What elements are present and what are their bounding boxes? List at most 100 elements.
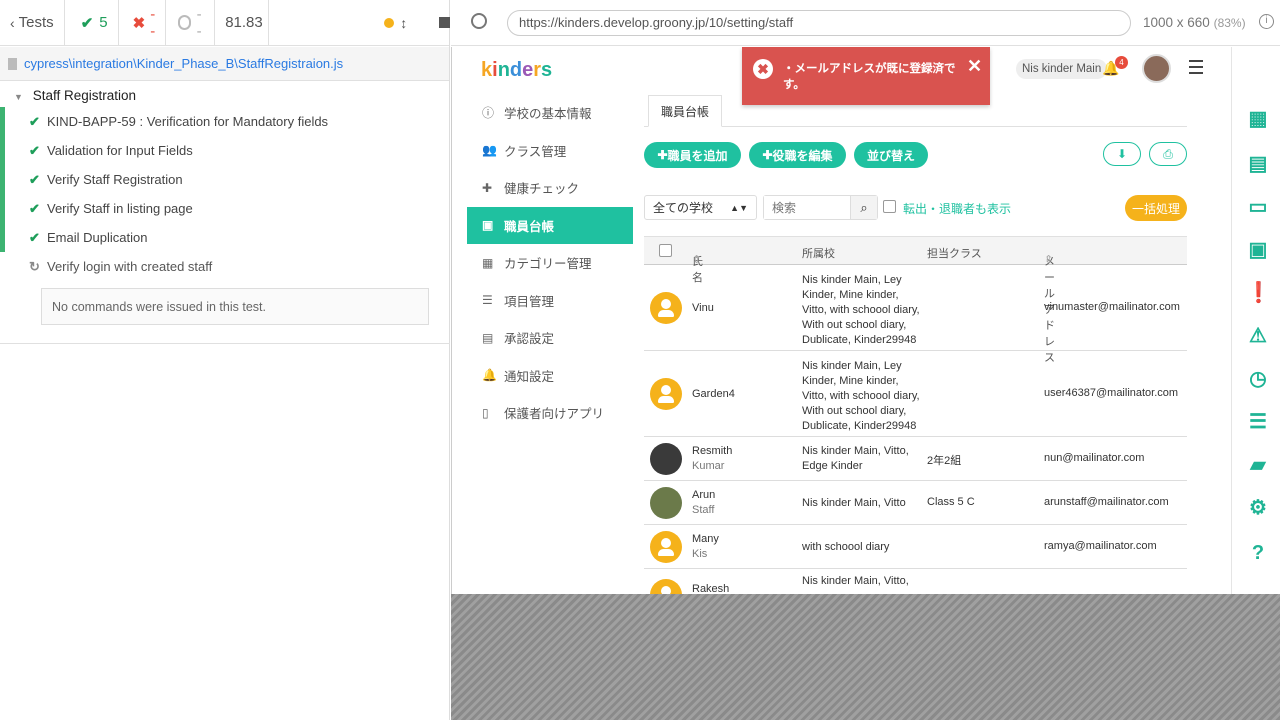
- file-icon: [8, 57, 17, 70]
- staff-school: Nis kinder Main, Ley Kinder, Mine kinder…: [802, 360, 920, 432]
- table-row[interactable]: Rakesh Nis kinder Main, Vitto,: [644, 569, 1187, 594]
- check-icon: ✔: [29, 142, 40, 158]
- test-item[interactable]: ✔ Validation for Input Fields: [0, 136, 449, 165]
- back-label: Tests: [18, 14, 54, 31]
- test-item[interactable]: ✔ KIND-BAPP-59 : Verification for Mandato…: [0, 107, 449, 136]
- info-icon[interactable]: i: [1259, 14, 1274, 29]
- select-all-checkbox[interactable]: [659, 244, 672, 257]
- back-to-tests-button[interactable]: ‹ Tests: [0, 0, 65, 46]
- school-select[interactable]: 全ての学校 ▲▼: [644, 195, 757, 220]
- select-arrow-icon: ▲▼: [730, 202, 748, 213]
- search-icon[interactable]: ⌕: [850, 196, 877, 219]
- school-badge[interactable]: Nis kinder Main: [1016, 59, 1108, 79]
- aut-header: https://kinders.develop.groony.jp/10/set…: [451, 0, 1280, 46]
- sidebar-item-parent-app[interactable]: ▯ 保護者向けアプリ: [467, 394, 633, 432]
- plus-icon: ✚: [657, 148, 668, 162]
- warning-icon[interactable]: ⚠: [1246, 324, 1270, 348]
- suite-title[interactable]: ▼ Staff Registration: [0, 81, 449, 103]
- chevron-left-icon: ‹: [10, 14, 15, 31]
- add-staff-button[interactable]: ✚ 職員を追加: [644, 142, 741, 168]
- book-icon[interactable]: ▰: [1246, 453, 1270, 477]
- toast-message: ・メールアドレスが既に登録済です。: [783, 63, 956, 91]
- cross-icon: ✖: [132, 14, 146, 32]
- staff-school: with schoool diary: [802, 541, 890, 553]
- print-icon: ⎙: [1163, 146, 1173, 161]
- user-avatar[interactable]: [1142, 54, 1171, 83]
- run-controls: ↕: [269, 0, 460, 46]
- staff-email: nun@mailinator.com: [1044, 452, 1145, 464]
- test-item[interactable]: ✔ Email Duplication: [0, 223, 449, 252]
- calendar-icon: ▦: [482, 255, 494, 270]
- right-toolbar: ▦ ▤ ▭ ▣ ❗ ⚠ ◷ ☰ ▰ ⚙ ?: [1231, 47, 1280, 594]
- calendar-icon[interactable]: ▤: [1246, 152, 1270, 176]
- id-card-icon[interactable]: ▭: [1246, 195, 1270, 219]
- staff-school: Nis kinder Main, Ley Kinder, Mine kinder…: [802, 274, 920, 346]
- auto-scroll-icon[interactable]: ↕: [400, 15, 407, 31]
- staff-name: Vinu: [692, 302, 714, 314]
- info-icon: ⓘ: [482, 106, 495, 121]
- staff-school: Nis kinder Main, Vitto, Edge Kinder: [802, 445, 909, 472]
- sidebar-item-approval[interactable]: ▤ 承認設定: [467, 319, 633, 357]
- bulk-action-button[interactable]: 一括処理: [1125, 195, 1187, 221]
- search-input[interactable]: [764, 196, 850, 219]
- stop-button[interactable]: [439, 17, 451, 28]
- spec-file-path[interactable]: cypress\integration\Kinder_Phase_B\Staff…: [0, 47, 449, 81]
- check-icon: ✔: [29, 171, 40, 187]
- pending-circle-icon: [178, 15, 191, 30]
- tab-staff-ledger[interactable]: 職員台帳: [648, 95, 723, 127]
- avatar: [650, 378, 682, 410]
- sidebar-item-health[interactable]: ✚ 健康チェック: [467, 169, 633, 207]
- check-icon: ✔: [29, 229, 40, 245]
- menu-icon[interactable]: [1189, 60, 1203, 74]
- download-button[interactable]: ⬇: [1103, 142, 1141, 166]
- divider: [0, 343, 450, 344]
- staff-class: Class 5 C: [927, 496, 975, 508]
- table-row[interactable]: Vinu Nis kinder Main, Ley Kinder, Mine k…: [644, 265, 1187, 351]
- table-row[interactable]: Resmith Kumar Nis kinder Main, Vitto, Edg…: [644, 437, 1187, 481]
- avatar: [650, 531, 682, 563]
- download-icon: ⬇: [1116, 147, 1128, 161]
- staff-email: ramya@mailinator.com: [1044, 540, 1157, 552]
- id-card-icon: ▣: [482, 218, 494, 233]
- aut-background: [451, 594, 1280, 720]
- passed-count: ✔ 5: [65, 0, 119, 46]
- avatar: [650, 443, 682, 475]
- show-retired-checkbox[interactable]: [883, 200, 896, 213]
- sidebar-item-items[interactable]: ☰ 項目管理: [467, 282, 633, 320]
- sidebar-item-category[interactable]: ▦ カテゴリー管理: [467, 244, 633, 282]
- sort-button[interactable]: 並び替え: [854, 142, 928, 168]
- toast-close-button[interactable]: ✕: [967, 56, 982, 77]
- staff-name: Arun Staff: [692, 489, 716, 516]
- bell-icon: 🔔: [482, 368, 497, 383]
- crosshair-icon[interactable]: [471, 13, 487, 29]
- kinders-logo[interactable]: kinders: [481, 59, 552, 82]
- table-row[interactable]: Many Kis with schoool diary ramya@mailina…: [644, 525, 1187, 569]
- print-button[interactable]: ⎙: [1149, 142, 1187, 166]
- grid-icon[interactable]: ▦: [1246, 107, 1270, 131]
- sidebar-item-staff[interactable]: ▣ 職員台帳: [467, 206, 633, 244]
- clock-icon[interactable]: ◷: [1246, 367, 1270, 391]
- sidebar-item-class[interactable]: 👥 クラス管理: [467, 132, 633, 170]
- viewport-size: 1000 x 660 (83%): [1143, 15, 1246, 30]
- staff-email: user46387@mailinator.com: [1044, 387, 1179, 399]
- test-item[interactable]: ✔ Verify Staff Registration: [0, 165, 449, 194]
- server-icon[interactable]: ☰: [1246, 410, 1270, 434]
- settings-icon[interactable]: ⚙: [1246, 496, 1270, 520]
- table-row[interactable]: Garden4 Nis kinder Main, Ley Kinder, Min…: [644, 351, 1187, 437]
- plus-icon: ✚: [762, 148, 773, 162]
- table-header: 氏名 ⇕ 所属校 担当クラス メールアドレス ⇕: [644, 236, 1187, 364]
- url-bar[interactable]: https://kinders.develop.groony.jp/10/set…: [507, 9, 1131, 36]
- header-class: 担当クラス: [927, 248, 982, 260]
- sidebar-item-notification[interactable]: 🔔 通知設定: [467, 357, 633, 395]
- alert-circle-icon[interactable]: ❗: [1246, 281, 1271, 305]
- show-retired-label[interactable]: 転出・退職者も表示: [903, 200, 1011, 217]
- test-item[interactable]: ✔ Verify Staff in listing page: [0, 194, 449, 223]
- test-item-running[interactable]: ↻ Verify login with created staff: [0, 252, 449, 281]
- list-icon: ☰: [482, 293, 493, 308]
- sidebar-item-school-info[interactable]: ⓘ 学校の基本情報: [467, 94, 633, 132]
- edit-role-button[interactable]: ✚ 役職を編集: [749, 142, 846, 168]
- table-row[interactable]: Arun Staff Nis kinder Main, Vitto Class 5…: [644, 481, 1187, 525]
- contact-icon[interactable]: ▣: [1246, 238, 1270, 262]
- help-icon[interactable]: ?: [1246, 541, 1270, 565]
- test-list: ✔ KIND-BAPP-59 : Verification for Mandato…: [0, 107, 449, 281]
